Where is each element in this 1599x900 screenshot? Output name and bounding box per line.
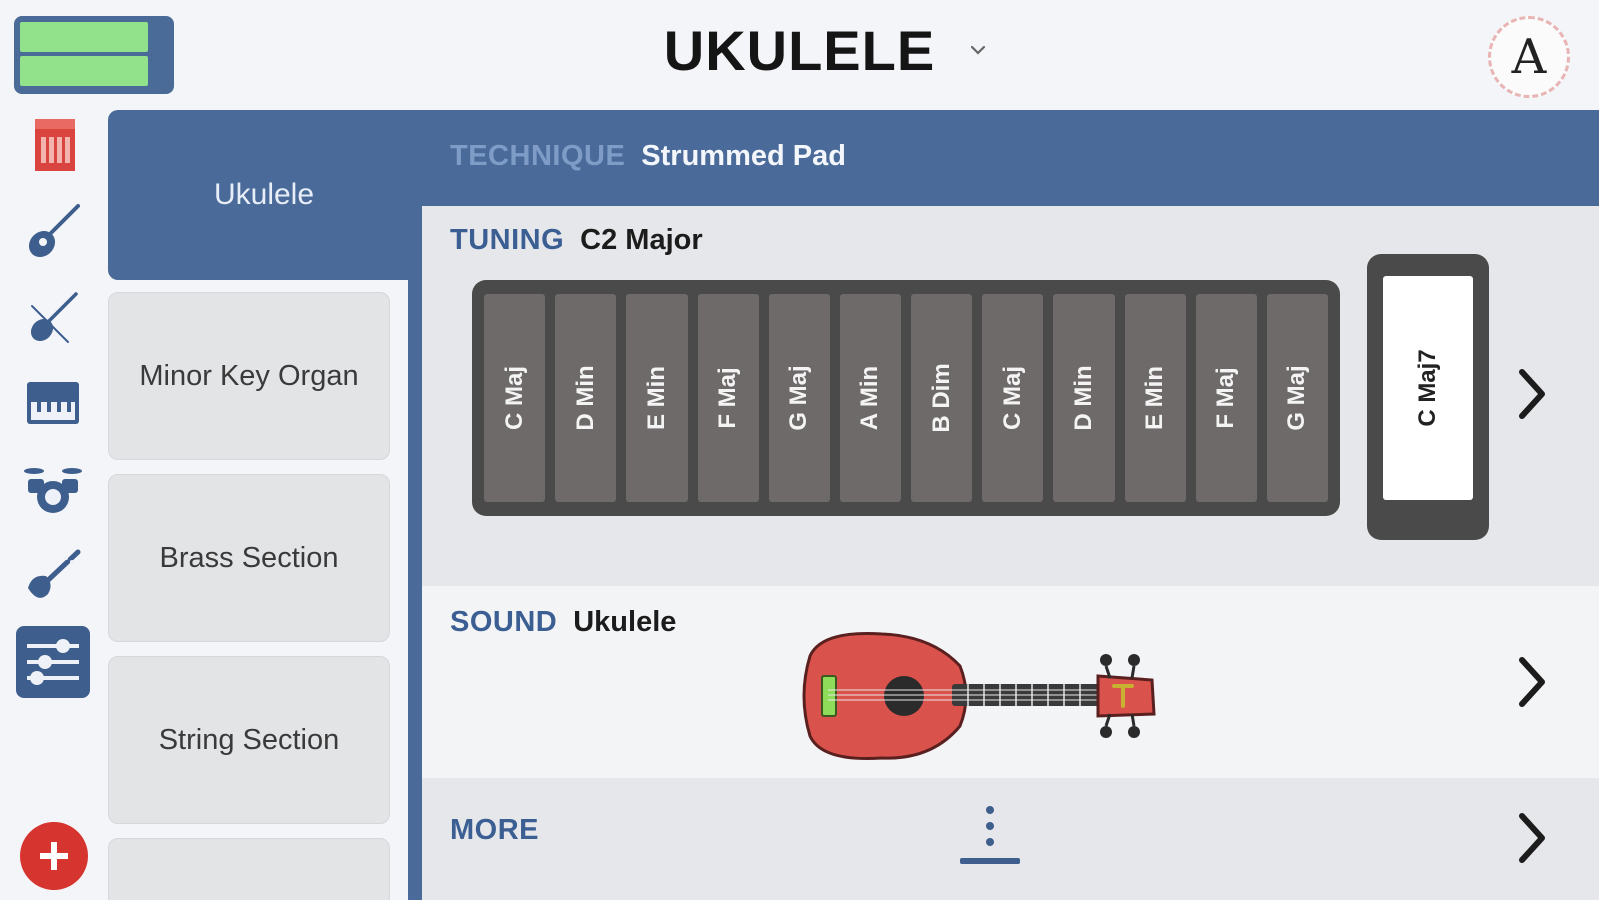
ukulele-image — [802, 632, 1156, 760]
selected-chord-slot[interactable]: C Maj7 — [1367, 254, 1489, 540]
add-icon — [40, 842, 68, 870]
chord-key[interactable]: B Dim — [911, 294, 973, 502]
sound-section[interactable]: SOUND Ukulele — [422, 586, 1599, 778]
chord-key-label: D Min — [571, 365, 599, 431]
chord-key[interactable]: C Maj — [484, 294, 546, 502]
chevron-right-icon[interactable] — [1512, 652, 1552, 712]
more-label: MORE — [450, 814, 539, 846]
preset-item-active[interactable]: Ukulele — [108, 110, 420, 280]
electric-guitar-icon[interactable] — [20, 542, 86, 608]
technique-row[interactable]: TECHNIQUE Strummed Pad — [450, 140, 846, 173]
more-row: MORE — [450, 814, 539, 847]
chord-key-label: E Min — [642, 366, 670, 430]
tuning-row: TUNING C2 Major — [450, 224, 703, 257]
chord-key[interactable]: F Maj — [1195, 294, 1257, 502]
violin-icon[interactable] — [20, 284, 86, 350]
chord-key[interactable]: A Min — [839, 294, 902, 502]
chord-key-label: C Maj — [500, 365, 528, 431]
chord-key[interactable]: E Min — [1124, 294, 1186, 502]
more-section[interactable]: MORE — [422, 778, 1599, 900]
mixer-icon[interactable] — [16, 626, 90, 698]
chord-key-label: F Maj — [1212, 367, 1240, 429]
chord-key-label: F Maj — [714, 367, 742, 429]
header-bar: UKULELE A — [0, 0, 1599, 108]
more-settings-icon[interactable] — [956, 802, 1024, 872]
chord-key-label: B Dim — [927, 363, 955, 433]
selected-chord-key[interactable]: C Maj7 — [1383, 276, 1473, 500]
tuning-value: C2 Major — [580, 224, 703, 256]
preset-item-brass-section[interactable]: Brass Section — [108, 474, 390, 642]
preset-item-minor-key-organ[interactable]: Minor Key Organ — [108, 292, 390, 460]
sound-label: SOUND — [450, 606, 558, 638]
chord-key[interactable]: F Maj — [697, 294, 759, 502]
page-title[interactable]: UKULELE — [0, 18, 1599, 83]
chord-key-label: E Min — [1141, 366, 1169, 430]
chord-key[interactable]: C Maj — [982, 294, 1044, 502]
chord-key[interactable]: E Min — [626, 294, 688, 502]
chevron-down-icon[interactable] — [968, 40, 988, 60]
add-button[interactable] — [20, 822, 88, 890]
chord-key[interactable]: G Maj — [768, 294, 830, 502]
preset-list: Ukulele Minor Key Organ Brass Section St… — [108, 110, 420, 900]
chord-key-label: G Maj — [1283, 365, 1311, 431]
technique-value: Strummed Pad — [641, 140, 846, 172]
preset-item-string-section[interactable]: String Section — [108, 656, 390, 824]
chevron-right-icon[interactable] — [1512, 808, 1552, 868]
selected-chord-label: C Maj7 — [1414, 349, 1441, 427]
chord-key-label: C Maj — [998, 365, 1026, 431]
avatar-logo[interactable]: A — [1488, 16, 1570, 98]
chord-key[interactable]: D Min — [555, 294, 617, 502]
app-window: UKULELE A Ukulele Minor Key Organ Brass … — [0, 0, 1599, 900]
piano-icon[interactable] — [20, 370, 86, 436]
tuning-label: TUNING — [450, 224, 565, 256]
chord-key[interactable]: D Min — [1053, 294, 1115, 502]
chord-key-label: A Min — [856, 365, 884, 431]
sound-row: SOUND Ukulele — [450, 606, 676, 639]
chord-key-label: D Min — [1069, 365, 1097, 431]
chord-key[interactable]: G Maj — [1266, 294, 1329, 502]
chord-strip: C Maj D Min E Min F Maj G Maj A Min B Di… — [472, 280, 1340, 516]
chord-key-label: G Maj — [785, 365, 813, 431]
tuning-section: TUNING C2 Major C Maj D Min E Min F Maj G… — [422, 206, 1599, 586]
acoustic-guitar-icon[interactable] — [20, 198, 86, 264]
preset-item-partial[interactable] — [108, 838, 390, 900]
keyboard-book-icon[interactable] — [20, 112, 86, 178]
chevron-right-icon[interactable] — [1512, 364, 1552, 424]
technique-label: TECHNIQUE — [450, 140, 626, 172]
instrument-panel: TECHNIQUE Strummed Pad TUNING C2 Major C M… — [408, 110, 1599, 900]
sound-value: Ukulele — [573, 606, 677, 638]
panel-content: TUNING C2 Major C Maj D Min E Min F Maj G… — [422, 206, 1599, 900]
drums-icon[interactable] — [20, 456, 86, 522]
